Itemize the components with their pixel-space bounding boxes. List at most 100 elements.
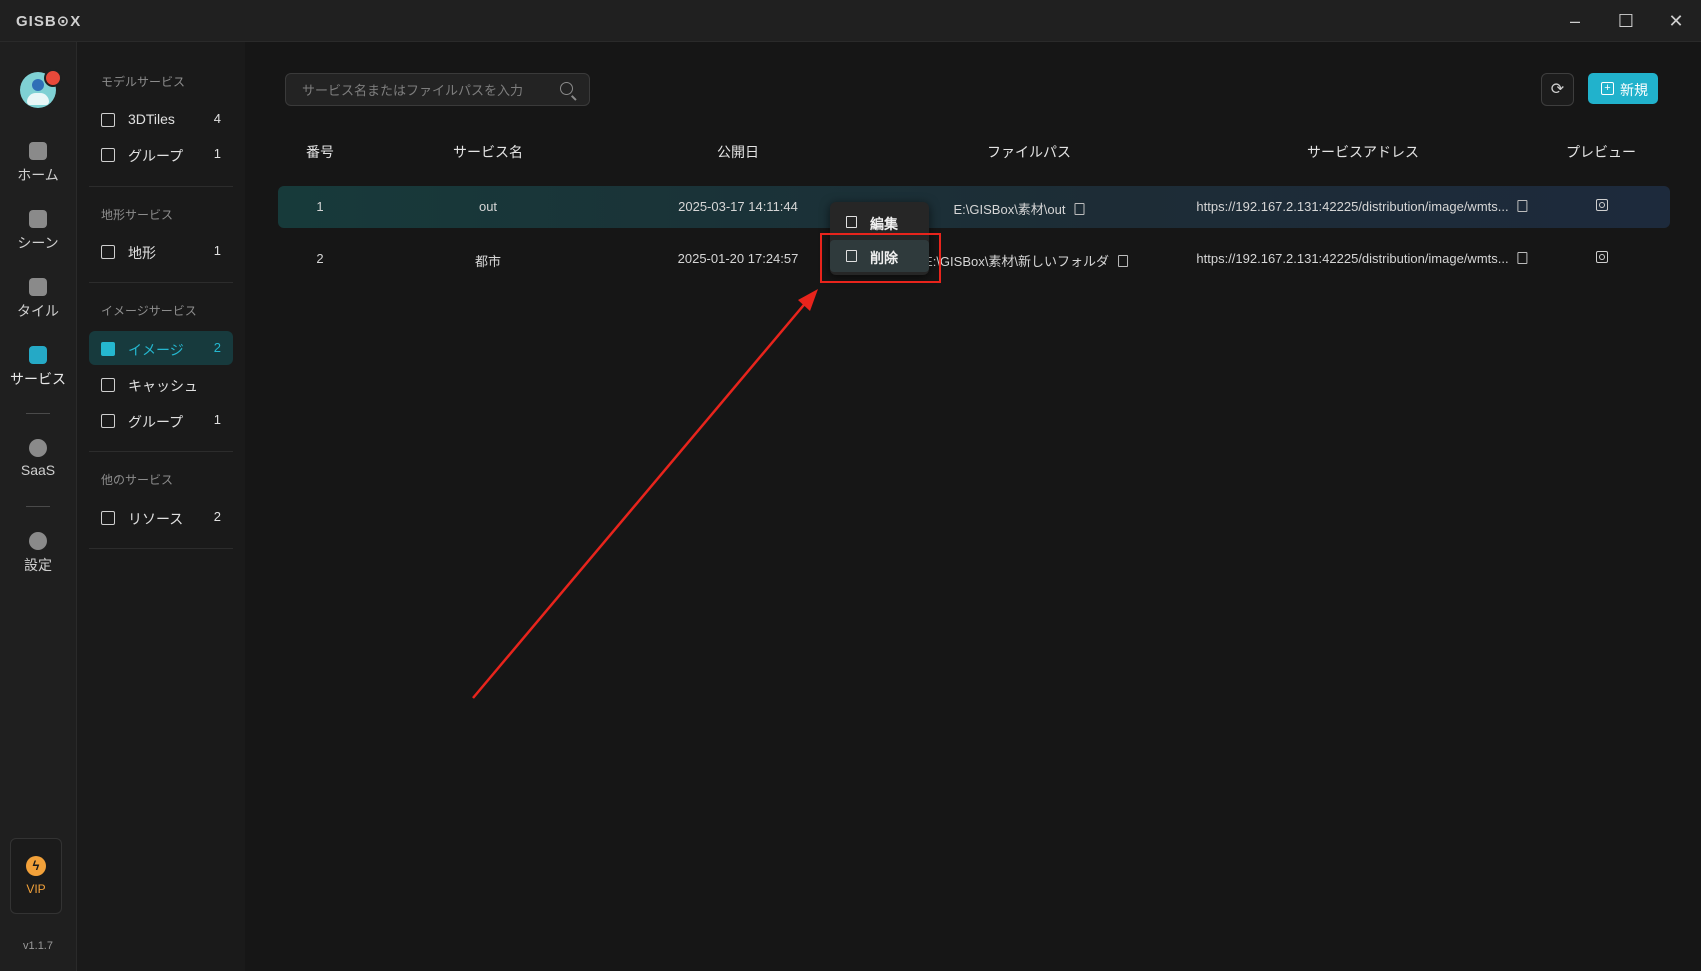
cell-address-text: https://192.167.2.131:42225/distribution… xyxy=(1196,251,1509,266)
column-header-address: サービスアドレス xyxy=(1307,144,1419,160)
cell-number: 1 xyxy=(316,199,324,214)
sidebar-item-count: 1 xyxy=(213,243,221,258)
rail-item-settings[interactable]: 設定 xyxy=(0,532,76,575)
column-header-number: 番号 xyxy=(306,144,334,160)
sidebar-item-label: リソース xyxy=(128,511,184,527)
section-title: モデルサービス xyxy=(101,75,186,89)
resource-icon xyxy=(101,511,115,525)
close-icon[interactable]: ✕ xyxy=(1665,10,1687,32)
sidebar-item-image[interactable]: イメージ 2 xyxy=(89,331,233,365)
copy-path-icon[interactable] xyxy=(1074,203,1085,215)
image-icon xyxy=(101,342,115,356)
copy-address-icon[interactable] xyxy=(1517,200,1528,212)
new-button-label: 新規 xyxy=(1620,82,1648,98)
rail-label: SaaS xyxy=(20,462,56,478)
sidebar-item-count: 4 xyxy=(213,111,221,126)
sidebar-item-label: キャッシュ xyxy=(128,378,198,394)
cell-address: https://192.167.2.131:42225/distribution… xyxy=(1196,199,1528,214)
column-header-path: ファイルパス xyxy=(987,144,1071,160)
sidebar-item-count: 1 xyxy=(213,146,221,161)
annotation-arrow-head xyxy=(798,289,818,311)
rail-label: タイル xyxy=(17,303,59,319)
vip-label: VIP xyxy=(26,882,46,896)
cube-icon xyxy=(29,210,47,228)
rail-item-saas[interactable]: SaaS xyxy=(0,439,76,478)
search-input[interactable] xyxy=(300,74,554,107)
version-label: v1.1.7 xyxy=(23,940,53,952)
sidebar-item-terrain[interactable]: 地形 1 xyxy=(89,234,233,268)
rail-item-scene[interactable]: シーン xyxy=(0,210,76,253)
column-header-preview: プレビュー xyxy=(1566,144,1636,160)
cell-path: E:\GISBox\素材\out xyxy=(954,199,1085,218)
edit-icon xyxy=(846,216,857,228)
column-header-date: 公開日 xyxy=(717,144,759,160)
table-row[interactable]: 2 都市 2025-01-20 17:24:57 E:\GISBox\素材\新し… xyxy=(278,238,1670,280)
copy-address-icon[interactable] xyxy=(1517,252,1528,264)
rail-item-tile[interactable]: タイル xyxy=(0,278,76,321)
cell-date: 2025-03-17 14:11:44 xyxy=(678,199,798,214)
cell-path-text: E:\GISBox\素材\out xyxy=(953,202,1066,217)
section-title: イメージサービス xyxy=(101,304,197,318)
cell-name: 都市 xyxy=(474,254,502,269)
model-icon xyxy=(101,113,115,127)
cell-number: 2 xyxy=(316,251,324,266)
sidebar-divider xyxy=(89,186,233,187)
column-header-name: サービス名 xyxy=(453,144,523,160)
rail-label: 設定 xyxy=(24,557,52,573)
rail-item-home[interactable]: ホーム xyxy=(0,142,76,185)
context-menu: 編集 削除 xyxy=(830,202,929,275)
rail-label: シーン xyxy=(17,235,59,251)
avatar-head xyxy=(32,79,44,91)
copy-path-icon[interactable] xyxy=(1117,255,1128,267)
preview-icon[interactable] xyxy=(1596,251,1608,263)
sidebar-item-label: 地形 xyxy=(128,245,156,261)
menu-item-delete[interactable]: 削除 xyxy=(830,240,929,272)
cell-name: out xyxy=(478,199,498,214)
cell-address: https://192.167.2.131:42225/distribution… xyxy=(1196,251,1528,266)
section-title: 地形サービス xyxy=(101,208,174,222)
avatar-body xyxy=(27,93,49,105)
table-row[interactable]: 1 out 2025-03-17 14:11:44 E:\GISBox\素材\o… xyxy=(278,186,1670,228)
search-icon[interactable] xyxy=(560,82,573,95)
nav-rail: ホーム シーン タイル サービス SaaS 設定 ϟ VIP v1.1.7 xyxy=(0,42,77,971)
sidebar-item-model-group[interactable]: グループ 1 xyxy=(89,137,233,171)
menu-item-label: 削除 xyxy=(870,250,898,266)
group-icon xyxy=(101,148,115,162)
lightning-icon: ϟ xyxy=(26,856,46,876)
sidebar-item-3dtiles[interactable]: 3DTiles 4 xyxy=(89,102,233,136)
group-icon xyxy=(101,414,115,428)
cell-address-text: https://192.167.2.131:42225/distribution… xyxy=(1196,199,1509,214)
user-avatar[interactable] xyxy=(20,69,62,108)
menu-item-label: 編集 xyxy=(870,216,898,232)
sidebar-item-resource[interactable]: リソース 2 xyxy=(89,500,233,534)
app-logo: GISB⊙X xyxy=(16,13,82,30)
notification-badge-icon xyxy=(44,69,62,87)
home-icon xyxy=(29,142,47,160)
rail-divider xyxy=(26,506,50,507)
menu-item-edit[interactable]: 編集 xyxy=(830,206,929,238)
add-icon: + xyxy=(1601,82,1614,95)
title-bar: GISB⊙X – ☐ ✕ xyxy=(0,0,1701,42)
rail-item-service[interactable]: サービス xyxy=(0,346,76,389)
maximize-icon[interactable]: ☐ xyxy=(1615,10,1637,32)
refresh-icon: ⟳ xyxy=(1550,81,1565,98)
trash-icon xyxy=(846,250,857,262)
gear-icon xyxy=(29,532,47,550)
sidebar-item-image-group[interactable]: グループ 1 xyxy=(89,403,233,437)
minimize-icon[interactable]: – xyxy=(1564,10,1586,32)
sidebar-item-count: 2 xyxy=(213,340,221,355)
sidebar-item-label: グループ xyxy=(128,414,184,430)
vip-button[interactable]: ϟ VIP xyxy=(10,838,62,914)
sidebar-item-cache[interactable]: キャッシュ xyxy=(89,367,233,401)
sidebar-item-count: 1 xyxy=(213,412,221,427)
new-button[interactable]: + 新規 xyxy=(1588,73,1658,104)
sidebar-item-label: グループ xyxy=(128,148,184,164)
rail-divider xyxy=(26,413,50,414)
refresh-button[interactable]: ⟳ xyxy=(1541,73,1574,106)
sidebar-divider xyxy=(89,548,233,549)
preview-icon[interactable] xyxy=(1596,199,1608,211)
sidebar-item-label: イメージ xyxy=(128,342,184,358)
sidebar-divider xyxy=(89,451,233,452)
service-icon xyxy=(29,346,47,364)
annotation-arrow xyxy=(472,289,818,699)
